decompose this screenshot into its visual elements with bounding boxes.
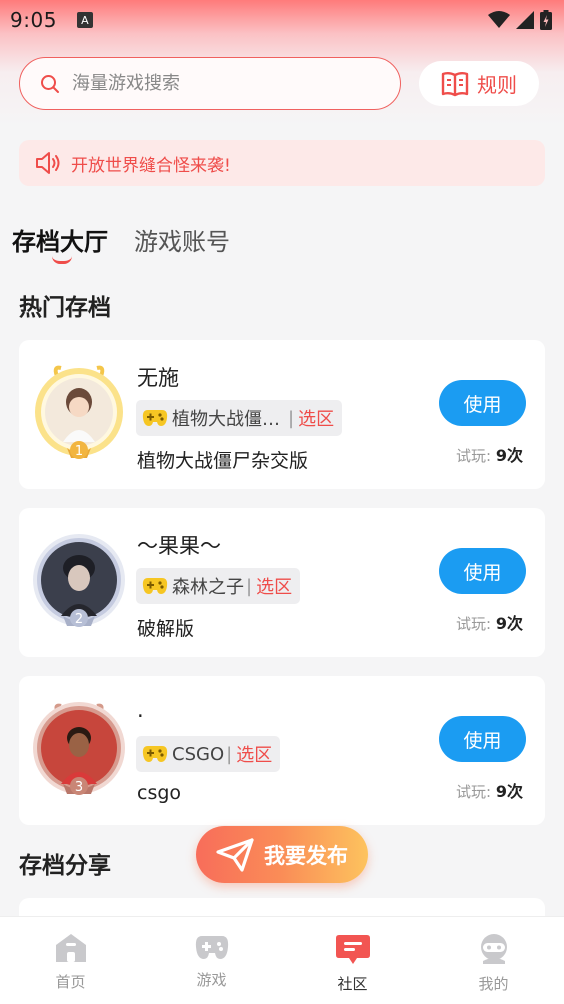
gamepad-icon xyxy=(195,936,228,959)
signal-icon xyxy=(516,11,534,29)
nav-label: 首页 xyxy=(55,973,86,991)
status-time: 9:05 xyxy=(10,8,57,32)
notification-icon: A xyxy=(76,12,93,28)
tab-archive-hall[interactable]: 存档大厅 xyxy=(12,222,108,264)
game-tag[interactable]: CSGO | 选区 xyxy=(136,736,281,772)
archive-description: csgo xyxy=(137,782,182,804)
game-tag[interactable]: 植物大战僵… | 选区 xyxy=(136,400,343,436)
nav-item-community[interactable]: 社区 xyxy=(282,917,423,1004)
publish-button[interactable]: 我要发布 xyxy=(196,826,368,883)
trial-label: 试玩: xyxy=(456,615,492,633)
gamepad-icon xyxy=(142,578,168,594)
archive-card[interactable]: 1 无施 植物大战僵… | 选区 植物大战僵尸杂交版 使用 试玩: 9次 xyxy=(19,340,545,489)
game-name: CSGO xyxy=(172,743,225,765)
announcement-banner[interactable]: 开放世界缝合怪来袭! xyxy=(19,140,545,186)
search-bar[interactable] xyxy=(19,57,401,110)
book-icon xyxy=(441,71,469,96)
search-input[interactable] xyxy=(72,73,362,94)
tag-separator: | xyxy=(246,575,253,597)
publish-label: 我要发布 xyxy=(264,843,348,868)
tab-label: 存档大厅 xyxy=(12,228,108,256)
nav-label: 我的 xyxy=(478,975,509,993)
battery-icon xyxy=(540,10,552,30)
section-title-hot: 热门存档 xyxy=(19,295,111,321)
tag-separator: | xyxy=(226,743,233,765)
status-indicators xyxy=(488,10,552,30)
rank-number: 2 xyxy=(75,612,83,627)
avatar[interactable]: 3 xyxy=(27,698,131,802)
rules-label: 规则 xyxy=(477,73,517,97)
wifi-icon xyxy=(488,11,510,28)
archive-card[interactable]: 2 ～果果～ 森林之子 | 选区 破解版 使用 试玩: 9次 xyxy=(19,508,545,657)
speaker-icon xyxy=(36,152,60,174)
tab-game-accounts[interactable]: 游戏账号 xyxy=(134,222,230,257)
send-icon xyxy=(216,837,254,872)
tag-separator: | xyxy=(288,407,295,429)
select-region-link[interactable]: 选区 xyxy=(236,741,272,767)
announcement-text: 开放世界缝合怪来袭! xyxy=(71,155,231,176)
use-button[interactable]: 使用 xyxy=(439,548,526,594)
section-title-share: 存档分享 xyxy=(19,853,111,879)
search-icon xyxy=(41,74,59,93)
rank-number: 1 xyxy=(75,444,83,459)
rank-1-avatar-frame: 1 xyxy=(35,365,123,459)
profile-icon xyxy=(480,934,507,964)
game-name: 森林之子 xyxy=(172,577,244,598)
archive-author-name: 无施 xyxy=(137,366,179,390)
tab-label: 游戏账号 xyxy=(134,228,230,256)
bottom-navigation: 首页 游戏 社区 我的 xyxy=(0,916,564,1004)
trial-value: 9次 xyxy=(495,446,523,465)
rules-button[interactable]: 规则 xyxy=(419,61,539,106)
archive-author-name: . xyxy=(137,698,144,722)
trial-value: 9次 xyxy=(495,782,523,801)
tab-bar: 存档大厅 游戏账号 xyxy=(12,222,230,264)
archive-author-name: ～果果～ xyxy=(137,534,221,558)
nav-item-home[interactable]: 首页 xyxy=(0,917,141,1004)
trial-label: 试玩: xyxy=(456,447,492,465)
nav-label: 游戏 xyxy=(196,971,227,989)
trial-value: 9次 xyxy=(495,614,523,633)
home-icon xyxy=(55,934,86,962)
game-tag[interactable]: 森林之子 | 选区 xyxy=(136,568,301,604)
select-region-link[interactable]: 选区 xyxy=(298,405,334,431)
archive-description: 破解版 xyxy=(137,618,195,640)
archive-card[interactable]: 3 . CSGO | 选区 csgo 使用 试玩: 9次 xyxy=(19,676,545,825)
rank-number: 3 xyxy=(75,780,83,795)
game-name: 植物大战僵… xyxy=(172,409,280,430)
gamepad-icon xyxy=(142,746,168,762)
use-button[interactable]: 使用 xyxy=(439,380,526,426)
use-button[interactable]: 使用 xyxy=(439,716,526,762)
trial-count: 试玩: 9次 xyxy=(456,442,523,466)
rank-3-avatar-frame: 3 xyxy=(33,702,125,795)
archive-description: 植物大战僵尸杂交版 xyxy=(137,450,309,472)
nav-item-profile[interactable]: 我的 xyxy=(423,917,564,1004)
trial-label: 试玩: xyxy=(456,783,492,801)
avatar[interactable]: 2 xyxy=(27,530,131,634)
community-icon xyxy=(335,935,370,964)
gamepad-icon xyxy=(142,410,168,426)
nav-item-games[interactable]: 游戏 xyxy=(141,917,282,1004)
nav-label: 社区 xyxy=(337,975,368,993)
select-region-link[interactable]: 选区 xyxy=(256,573,292,599)
avatar[interactable]: 1 xyxy=(27,362,131,466)
trial-count: 试玩: 9次 xyxy=(456,610,523,634)
rank-2-avatar-frame: 2 xyxy=(33,534,125,627)
status-bar: 9:05 A xyxy=(0,0,564,40)
trial-count: 试玩: 9次 xyxy=(456,778,523,802)
